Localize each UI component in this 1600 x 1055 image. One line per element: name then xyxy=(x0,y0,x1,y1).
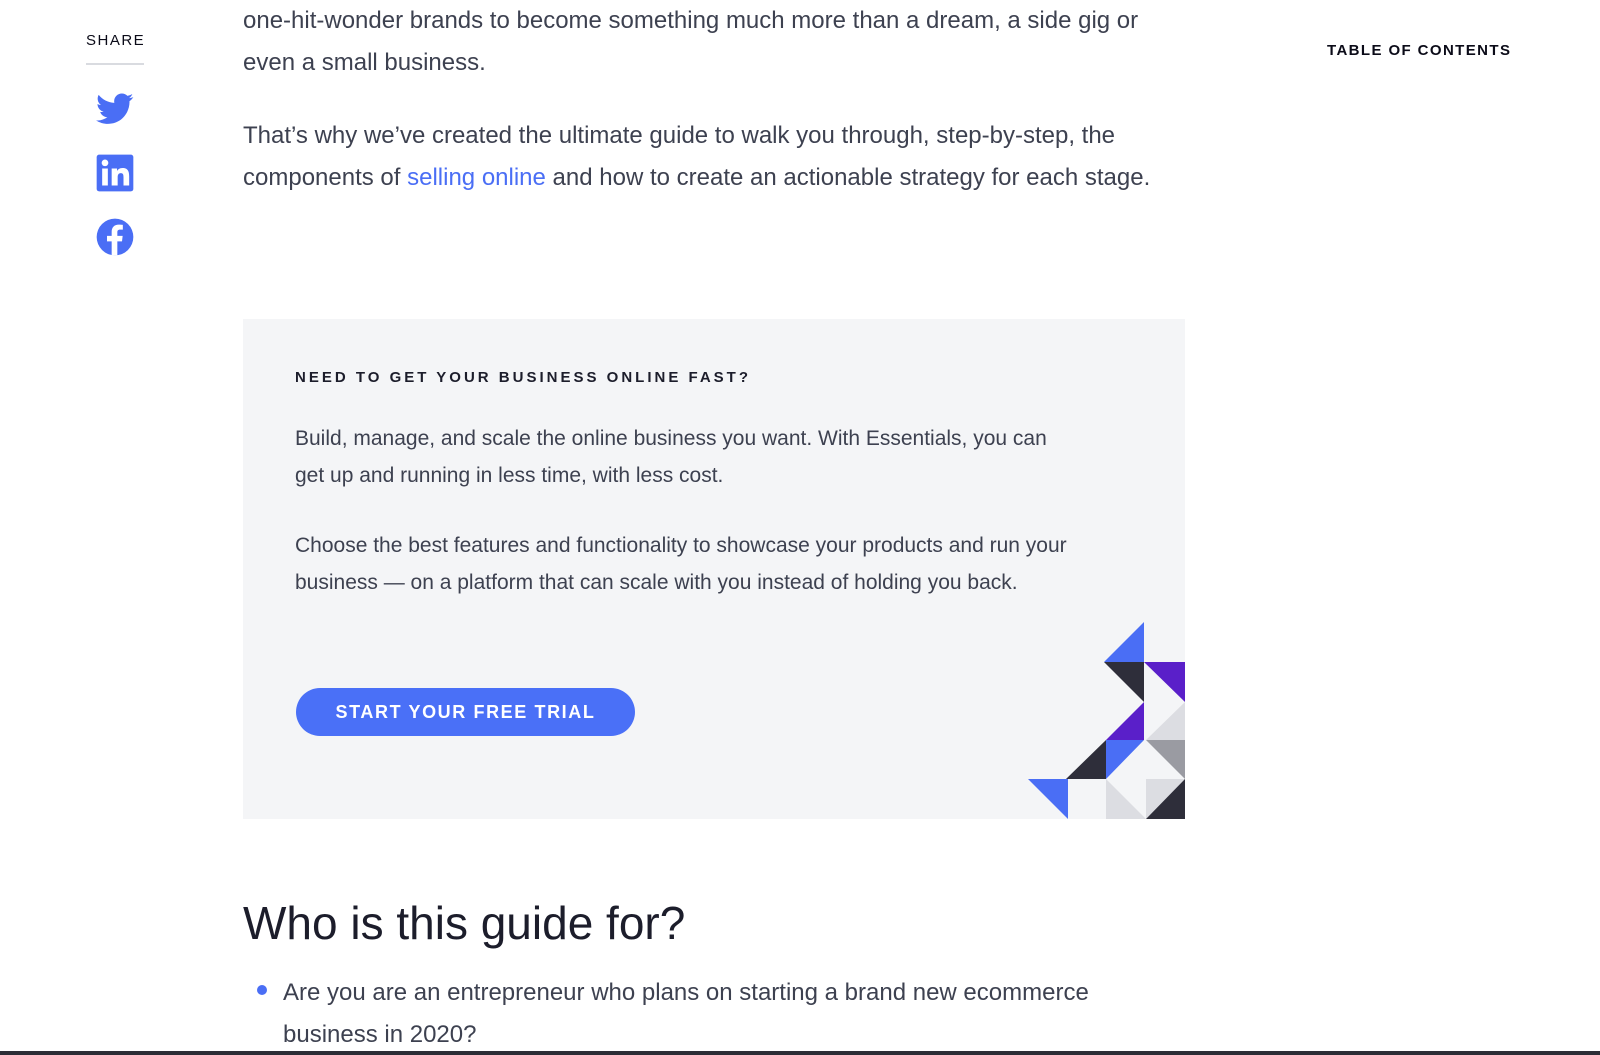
section-heading: Who is this guide for? xyxy=(243,897,686,949)
cta-text-2: Choose the best features and functionali… xyxy=(295,534,1067,594)
bullet-dot-icon xyxy=(257,985,267,995)
share-label: SHARE xyxy=(86,32,144,65)
selling-online-link[interactable]: selling online xyxy=(407,164,546,191)
bottom-edge-bar xyxy=(0,1051,1600,1055)
intro-paragraph: one-hit-wonder brands to become somethin… xyxy=(243,7,1139,76)
list-item-text: Are you are an entrepreneur who plans on… xyxy=(283,979,1089,1048)
linkedin-icon[interactable] xyxy=(95,153,135,193)
table-of-contents-label[interactable]: TABLE OF CONTENTS xyxy=(1327,42,1511,59)
start-free-trial-button[interactable]: START YOUR FREE TRIAL xyxy=(296,688,635,736)
list-item: Are you are an entrepreneur who plans on… xyxy=(243,972,1185,1055)
guide-paragraph-text-end: and how to create an actionable strategy… xyxy=(545,164,1151,191)
facebook-icon[interactable] xyxy=(95,217,135,257)
cta-text-1: Build, manage, and scale the online busi… xyxy=(295,427,1047,487)
cta-eyebrow: NEED TO GET YOUR BUSINESS ONLINE FAST? xyxy=(295,369,751,386)
guide-audience-list: Are you are an entrepreneur who plans on… xyxy=(243,972,1185,1055)
twitter-icon[interactable] xyxy=(95,89,135,129)
guide-paragraph: That’s why we’ve created the ultimate gu… xyxy=(243,115,1185,199)
page: SHARE TABLE OF CONTENTS one-hit-wonder b… xyxy=(0,0,1600,1055)
cta-card: NEED TO GET YOUR BUSINESS ONLINE FAST? B… xyxy=(243,319,1185,819)
share-rail: SHARE xyxy=(86,32,144,257)
geometric-pattern-decoration xyxy=(1028,622,1185,819)
